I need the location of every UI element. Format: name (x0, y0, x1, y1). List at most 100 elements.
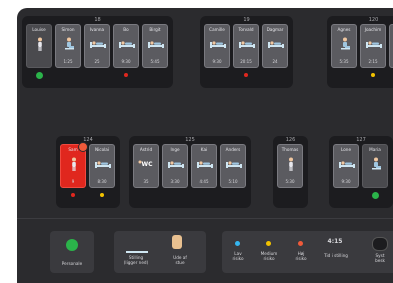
patient-card[interactable]: Dagmar 24 (262, 24, 288, 68)
room-120: 120 Agnes 5:35 Joachim 2:15 (327, 16, 393, 88)
room-125: 125 Astrid WC 35 Inge 3:30 Kai 4:45 Anders 5:10 (129, 136, 251, 208)
risk-high-indicator (298, 241, 303, 246)
patient-card[interactable]: Agnes 5:35 (331, 24, 357, 68)
standing-icon (31, 36, 49, 51)
time-in-position: 9:30 (121, 59, 131, 64)
patient-name: Torvald (238, 27, 254, 32)
legend-hoj-sub: risiko (295, 256, 307, 261)
standing-icon (282, 156, 300, 171)
staff-present-icon (372, 192, 379, 199)
bed-icon (118, 36, 136, 50)
patient-card[interactable] (389, 24, 393, 68)
patient-name: Thomas (281, 147, 299, 152)
legend-personale: Personale (50, 231, 94, 273)
legend-tid-value: 4:15 (327, 238, 343, 245)
patient-card[interactable]: Lone 9:30 (333, 144, 359, 188)
time-in-position: 5:10 (228, 179, 238, 184)
legend-stilling-sub: (ligger ned) (123, 260, 149, 265)
patient-card[interactable]: Astrid WC 35 (133, 144, 159, 188)
time-in-position: 3:30 (170, 179, 180, 184)
sitting-icon (60, 36, 78, 50)
bed-icon (338, 156, 356, 170)
room-19: 19 Camille 9:30 Torvald 20:15 Dagmar 24 (200, 16, 293, 88)
time-in-position: 5:45 (150, 59, 160, 64)
patient-card[interactable]: Ivanna 25 (84, 24, 110, 68)
room-number: 124 (83, 137, 93, 143)
legend-medium-sub: risiko (263, 256, 275, 261)
patient-card[interactable]: Camille 9:30 (204, 24, 230, 68)
patient-name: Agnes (337, 27, 351, 32)
patient-card[interactable]: Inge 3:30 (162, 144, 188, 188)
legend-personale-label: Personale (61, 261, 83, 266)
time-in-position: 9 (71, 179, 75, 184)
legend-positions: Stilling (ligger ned) Ude af stue (114, 231, 206, 273)
out-of-room-icon (172, 235, 182, 249)
patient-card[interactable]: Bo 9:30 (113, 24, 139, 68)
bed-icon (196, 156, 214, 170)
room-number: 18 (94, 17, 101, 23)
room-124: 124 Sam 9 Nicolai 8:30 (56, 136, 120, 208)
time-in-position: 25 (94, 59, 100, 64)
room-number: 127 (356, 137, 366, 143)
patient-name: Nicolai (94, 147, 110, 152)
risk-medium-indicator (266, 241, 271, 246)
legend-syst-sub: besk (375, 258, 385, 263)
patient-card[interactable]: Louise (26, 24, 52, 68)
patient-name: Dagmar (266, 27, 284, 32)
patient-card[interactable]: Simon 1:25 (55, 24, 81, 68)
bed-icon (94, 156, 112, 170)
bed-icon (225, 156, 243, 170)
patient-card[interactable]: Kai 4:45 (191, 144, 217, 188)
patient-card[interactable]: Sam 9 (60, 142, 88, 188)
room-number: 125 (185, 137, 195, 143)
patient-name: Camille (209, 27, 225, 32)
patient-card[interactable]: Nicolai 8:30 (89, 144, 115, 188)
legend-lav-sub: risiko (232, 256, 244, 261)
bed-icon (147, 36, 165, 50)
patient-card[interactable]: Joachim 2:15 (360, 24, 386, 68)
time-in-position: 9:30 (341, 179, 351, 184)
patient-name: Anders (225, 147, 241, 152)
legend-bar: Personale Stilling (ligger ned) Ude af s… (17, 218, 393, 283)
bed-icon (267, 36, 285, 50)
time-in-position: 2:15 (368, 59, 378, 64)
time-in-position: 5:35 (339, 59, 349, 64)
legend-tid-label: Tid i stilling (324, 253, 348, 258)
risk-yellow-indicator (371, 73, 375, 77)
time-in-position: 9:30 (212, 59, 222, 64)
room-127: 127 Lone 9:30 Maria (329, 136, 393, 208)
time-in-position: 24 (272, 59, 278, 64)
bed-icon (365, 36, 383, 50)
patient-name: Maria (369, 147, 381, 152)
patient-name: Birgit (149, 27, 161, 32)
patient-name: Kai (200, 147, 208, 152)
room-18: 18 Louise Simon 1:25 Ivanna 25 Bo 9:30 Birgit 5:4… (22, 16, 173, 88)
risk-red-indicator (71, 193, 75, 197)
sitting-icon (367, 156, 385, 170)
system-icon (372, 237, 388, 251)
room-number: 19 (243, 17, 250, 23)
bed-icon (167, 156, 185, 170)
patient-name: Simon (61, 27, 75, 32)
wc-icon: WC (138, 156, 156, 170)
staff-icon (66, 239, 78, 251)
patient-card[interactable]: Anders 5:10 (220, 144, 246, 188)
svg-text:WC: WC (141, 161, 153, 168)
time-in-position: 5:30 (285, 179, 295, 184)
bed-icon (238, 36, 256, 50)
patient-card[interactable]: Thomas 5:30 (277, 144, 303, 188)
patient-name: Lone (340, 147, 352, 152)
standing-icon (65, 156, 83, 171)
sitting-icon (336, 36, 354, 50)
room-number: 120 (368, 17, 379, 23)
patient-name: Louise (32, 27, 46, 32)
patient-name: Ivanna (89, 27, 105, 32)
patient-name: Inge (170, 147, 180, 152)
patient-card[interactable]: Maria (362, 144, 388, 188)
room-number: 126 (285, 137, 296, 143)
patient-card[interactable]: Birgit 5:45 (142, 24, 168, 68)
patient-name: Joachim (364, 27, 382, 32)
patient-card[interactable]: Torvald 20:15 (233, 24, 259, 68)
time-in-position: 35 (143, 179, 149, 184)
legend-risk: Lav risiko Medium risiko Høj risiko 4:15… (222, 231, 393, 273)
